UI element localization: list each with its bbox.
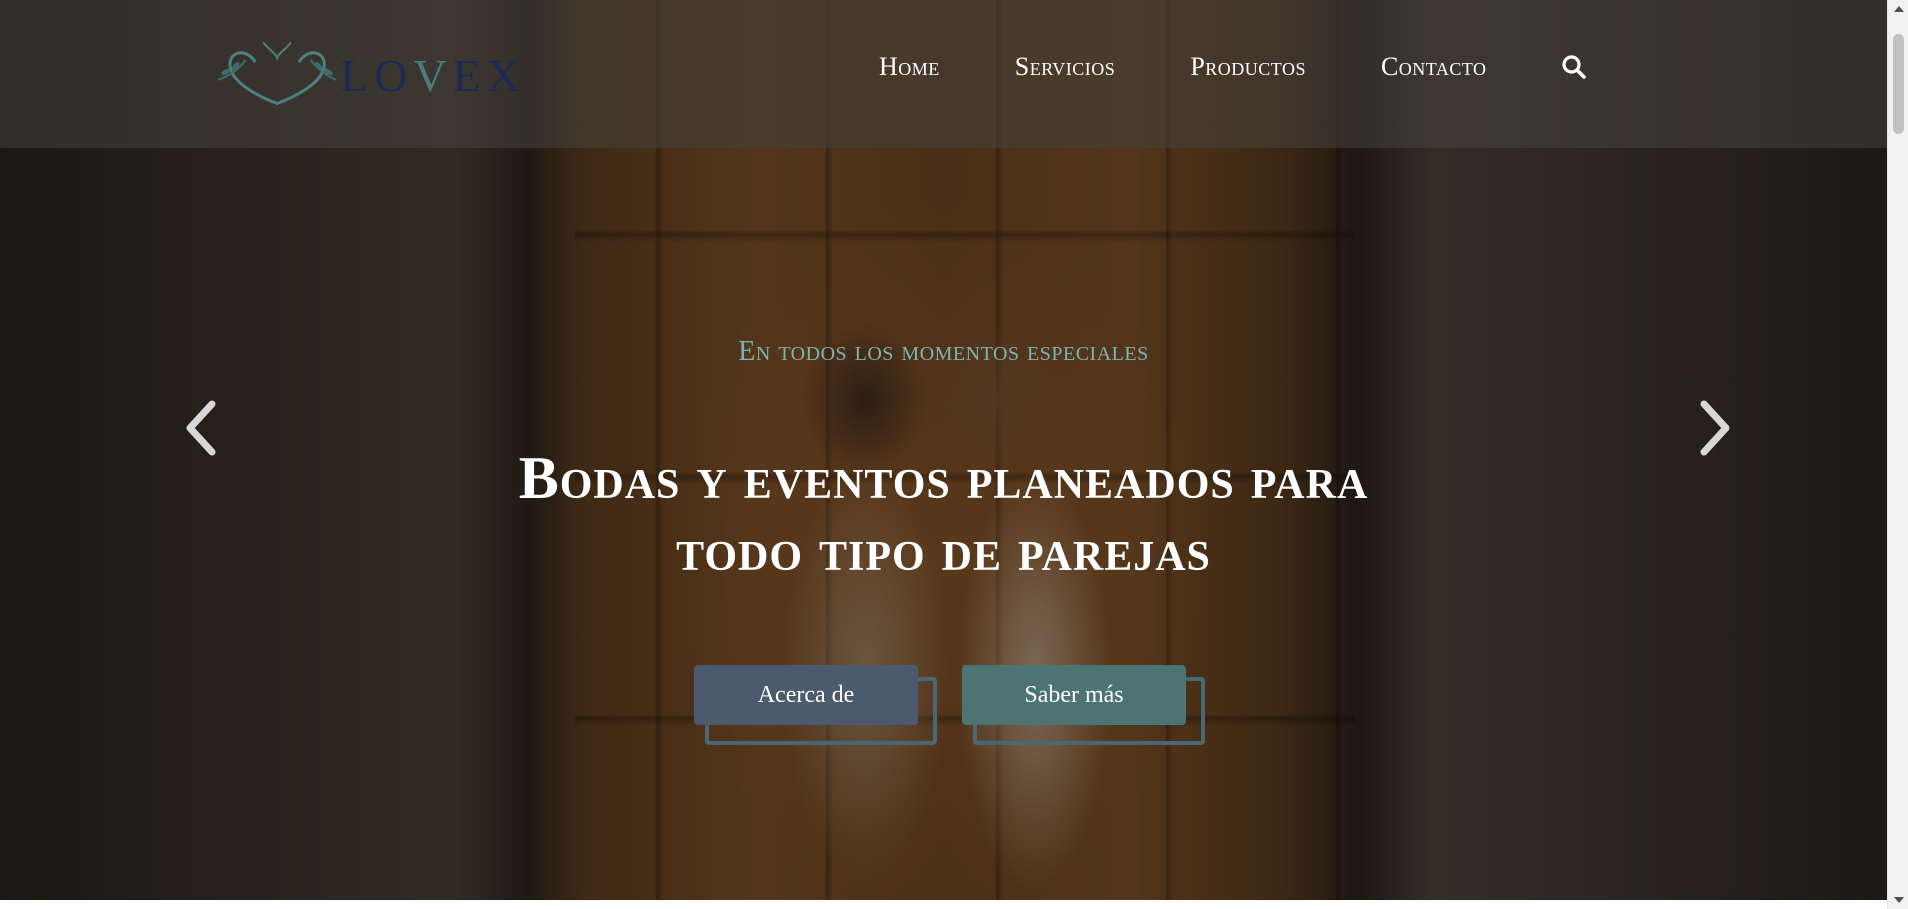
nav-productos[interactable]: Productos — [1190, 52, 1306, 82]
nav-home[interactable]: Home — [879, 52, 940, 82]
hero-subtitle: En todos los momentos especiales — [738, 336, 1149, 367]
logo[interactable]: LOVEX — [216, 36, 526, 106]
scrollbar-thumb[interactable] — [1893, 34, 1904, 134]
navbar: LOVEX Home Servicios Productos Contacto — [0, 0, 1887, 148]
nav-servicios[interactable]: Servicios — [1015, 52, 1116, 82]
scroll-up-icon[interactable] — [1888, 0, 1908, 18]
more-button-wrapper: Saber más — [962, 665, 1205, 745]
main-nav: Home Servicios Productos Contacto — [879, 52, 1588, 82]
nav-contacto[interactable]: Contacto — [1381, 52, 1487, 82]
about-button-wrapper: Acerca de — [694, 665, 937, 745]
page-bottom-edge — [0, 900, 1887, 909]
learn-more-button[interactable]: Saber más — [962, 665, 1186, 725]
scroll-down-icon[interactable] — [1888, 891, 1908, 909]
hero-title: Bodas y eventos planeados para todo tipo… — [0, 442, 1887, 586]
hero-title-line-2: todo tipo de parejas — [676, 517, 1211, 583]
heart-vine-icon — [217, 41, 337, 106]
vertical-scrollbar[interactable] — [1887, 0, 1908, 909]
hero-viewport: LOVEX Home Servicios Productos Contacto … — [0, 0, 1887, 900]
search-icon[interactable] — [1560, 53, 1588, 81]
about-button[interactable]: Acerca de — [694, 665, 918, 725]
brand-name: LOVEX — [340, 49, 526, 101]
hero-title-line-1: Bodas y eventos planeados para — [518, 445, 1369, 511]
